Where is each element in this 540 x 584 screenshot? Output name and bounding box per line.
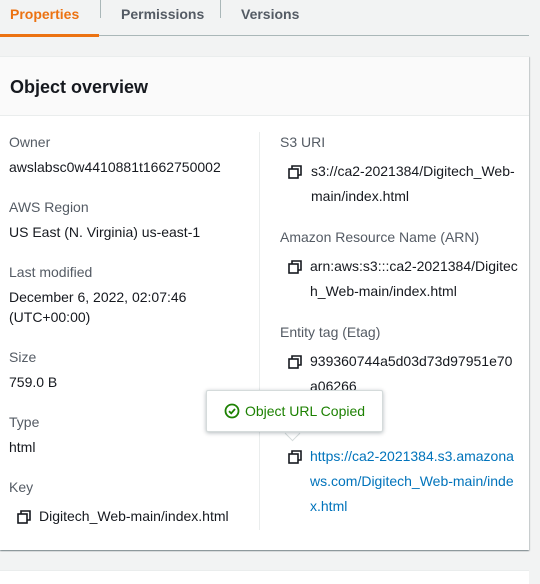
column-divider: [259, 132, 260, 530]
size-label: Size: [9, 349, 37, 365]
copy-icon[interactable]: [288, 355, 302, 369]
copy-icon[interactable]: [288, 260, 302, 274]
region-value: US East (N. Virginia) us-east-1: [9, 224, 201, 240]
arn-row: arn:aws:s3:::ca2-2021384/Digitech_Web-ma…: [288, 254, 520, 304]
tab-permissions[interactable]: Permissions: [121, 0, 204, 36]
copied-popover: Object URL Copied: [206, 390, 383, 432]
object-url-row: https://ca2-2021384.s3.amazonaws.com/Dig…: [288, 444, 518, 519]
s3-uri-value: s3://ca2-2021384/Digitech_Web-main/index…: [311, 163, 515, 204]
tab-bar: Properties Permissions Versions: [0, 0, 529, 37]
key-value: Digitech_Web-main/index.html: [39, 508, 229, 524]
etag-label: Entity tag (Etag): [280, 324, 381, 340]
type-value: html: [9, 439, 36, 455]
next-panel: [0, 570, 529, 584]
last-modified-timezone: (UTC+00:00): [9, 309, 91, 325]
copy-icon[interactable]: [288, 450, 302, 464]
arn-value: arn:aws:s3:::ca2-2021384/Digitech_Web-ma…: [310, 258, 518, 299]
s3-uri-row: s3://ca2-2021384/Digitech_Web-main/index…: [288, 159, 518, 209]
tab-divider: [220, 0, 221, 18]
s3-uri-label: S3 URI: [280, 134, 326, 150]
object-url-link[interactable]: https://ca2-2021384.s3.amazonaws.com/Dig…: [310, 444, 518, 519]
region-label: AWS Region: [9, 199, 89, 215]
size-value: 759.0 B: [9, 374, 58, 390]
type-label: Type: [9, 414, 40, 430]
tab-divider: [100, 0, 101, 18]
panel-header: Object overview: [0, 57, 529, 116]
copy-icon[interactable]: [288, 165, 302, 179]
key-label: Key: [9, 479, 34, 495]
object-overview-panel: Object overview Owner awslabsc0w4410881t…: [0, 56, 529, 550]
last-modified-label: Last modified: [9, 264, 93, 280]
panel-title: Object overview: [10, 77, 149, 97]
arn-label: Amazon Resource Name (ARN): [280, 229, 480, 245]
last-modified-value: December 6, 2022, 02:07:46: [9, 289, 187, 305]
owner-value: awslabsc0w4410881t1662750002: [9, 159, 221, 175]
key-row: Digitech_Web-main/index.html: [17, 504, 257, 529]
check-circle-icon: [224, 403, 240, 419]
copy-icon[interactable]: [17, 510, 31, 524]
owner-label: Owner: [9, 134, 51, 150]
tab-versions[interactable]: Versions: [241, 0, 299, 36]
tab-properties[interactable]: Properties: [0, 0, 100, 37]
popover-message: Object URL Copied: [244, 403, 366, 419]
